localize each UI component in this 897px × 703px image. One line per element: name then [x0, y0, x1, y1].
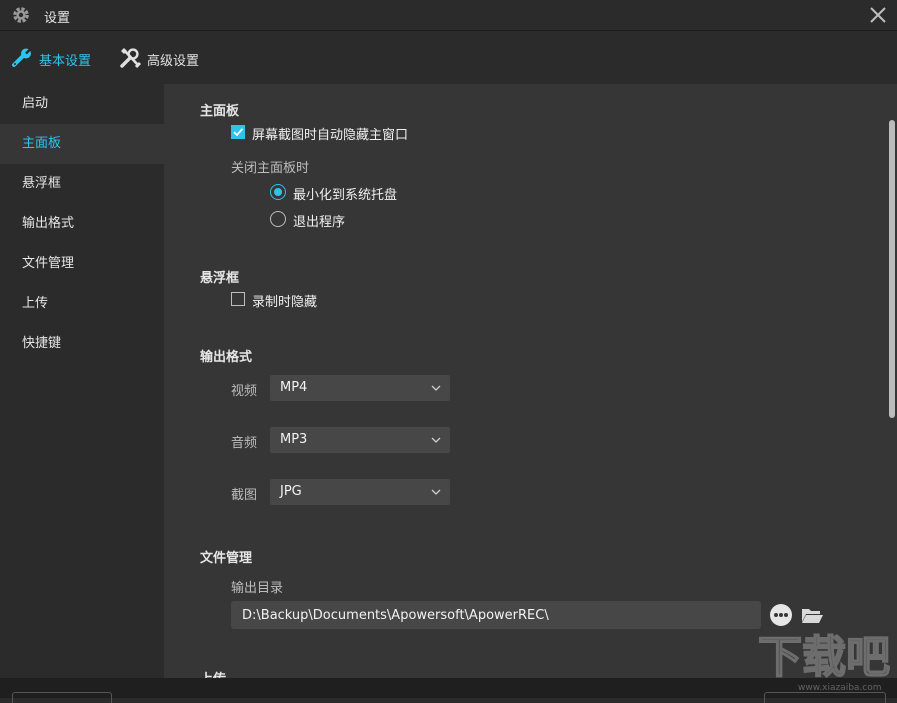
- section-title-float-box: 悬浮框: [200, 271, 240, 286]
- audio-format-select[interactable]: MP3: [270, 427, 450, 453]
- radio-exit-program-label: 退出程序: [293, 215, 346, 230]
- close-main-panel-label: 关闭主面板时: [231, 161, 310, 176]
- section-title-file-management: 文件管理: [200, 551, 253, 566]
- screenshot-format-label: 截图: [231, 488, 258, 503]
- close-icon[interactable]: [868, 5, 888, 25]
- sidebar-item-output-format[interactable]: 输出格式: [0, 204, 164, 244]
- tools-icon: [120, 48, 142, 69]
- wrench-icon: [12, 47, 32, 67]
- settings-content: 主面板 屏幕截图时自动隐藏主窗口 关闭主面板时 最小化到系统托盘 退出程序 悬浮…: [164, 84, 897, 678]
- screenshot-format-value: JPG: [280, 484, 302, 499]
- open-folder-icon[interactable]: [800, 605, 824, 625]
- output-dir-input[interactable]: [231, 601, 761, 629]
- tab-basic-settings[interactable]: 基本设置: [10, 43, 100, 73]
- chevron-down-icon: [431, 385, 441, 391]
- sidebar-nav: 启动 主面板 悬浮框 输出格式 文件管理 上传 快捷键: [0, 84, 164, 678]
- sidebar-item-file-management[interactable]: 文件管理: [0, 244, 164, 284]
- video-format-label: 视频: [231, 384, 258, 399]
- tab-basic-settings-label: 基本设置: [39, 54, 92, 69]
- content-scrollbar[interactable]: [889, 120, 895, 418]
- video-format-value: MP4: [280, 380, 308, 395]
- audio-format-label: 音频: [231, 436, 258, 451]
- sidebar-item-hotkeys[interactable]: 快捷键: [0, 324, 164, 364]
- section-title-main-panel: 主面板: [200, 104, 240, 119]
- tab-advanced-settings[interactable]: 高级设置: [118, 43, 208, 73]
- tab-bar: 基本设置 高级设置: [0, 31, 897, 84]
- radio-minimize-to-tray[interactable]: [270, 184, 286, 200]
- sidebar-item-float-box[interactable]: 悬浮框: [0, 164, 164, 204]
- section-title-output-format: 输出格式: [200, 350, 253, 365]
- watermark-logo: 下载吧 www.xiazaiba.com: [757, 631, 891, 693]
- output-dir-label: 输出目录: [231, 581, 284, 596]
- title-bar: 设置: [0, 0, 897, 31]
- sidebar-item-upload[interactable]: 上传: [0, 284, 164, 324]
- section-title-upload: 上传: [200, 668, 226, 678]
- watermark-text: 下载吧: [758, 632, 890, 683]
- radio-minimize-to-tray-label: 最小化到系统托盘: [293, 188, 398, 203]
- hide-when-recording-checkbox[interactable]: [231, 292, 245, 306]
- chevron-down-icon: [431, 437, 441, 443]
- auto-hide-label: 屏幕截图时自动隐藏主窗口: [252, 128, 409, 143]
- more-options-button[interactable]: [770, 604, 792, 626]
- radio-exit-program[interactable]: [270, 211, 286, 227]
- audio-format-value: MP3: [280, 432, 308, 447]
- gear-icon: [13, 7, 29, 23]
- auto-hide-checkbox[interactable]: [231, 125, 245, 139]
- checkmark-icon: [233, 128, 244, 137]
- screenshot-format-select[interactable]: JPG: [270, 479, 450, 505]
- tab-advanced-settings-label: 高级设置: [147, 54, 200, 69]
- chevron-down-icon: [431, 489, 441, 495]
- hide-when-recording-label: 录制时隐藏: [252, 295, 318, 310]
- window-title: 设置: [44, 11, 71, 26]
- sidebar-item-main-panel[interactable]: 主面板: [0, 124, 164, 164]
- sidebar-item-startup[interactable]: 启动: [0, 84, 164, 124]
- video-format-select[interactable]: MP4: [270, 375, 450, 401]
- watermark-url: www.xiazaiba.com: [798, 683, 882, 693]
